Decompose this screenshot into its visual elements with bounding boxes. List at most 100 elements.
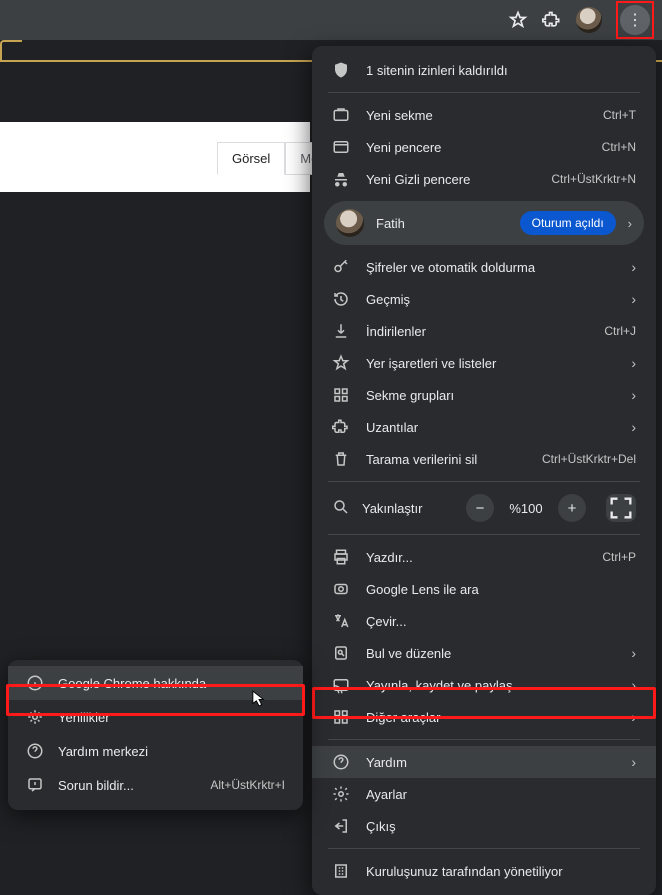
menu-new-window[interactable]: Yeni pencere Ctrl+N xyxy=(312,131,656,163)
zoom-out-button[interactable]: − xyxy=(466,494,494,522)
trash-icon xyxy=(332,450,350,468)
chevron-right-icon: › xyxy=(624,645,636,661)
divider xyxy=(328,739,640,740)
menu-item-label: Google Lens ile ara xyxy=(366,582,636,597)
shortcut-text: Ctrl+J xyxy=(604,324,636,338)
zoom-in-button[interactable]: + xyxy=(558,494,586,522)
menu-exit[interactable]: Çıkış xyxy=(312,810,656,842)
chevron-right-icon: › xyxy=(624,259,636,275)
key-icon xyxy=(332,258,350,276)
shortcut-text: Ctrl+N xyxy=(602,140,636,154)
chevron-right-icon: › xyxy=(624,754,636,770)
profile-row[interactable]: Fatih Oturum açıldı › xyxy=(324,201,644,245)
profile-name: Fatih xyxy=(376,216,508,231)
find-icon xyxy=(332,644,350,662)
menu-new-tab[interactable]: Yeni sekme Ctrl+T xyxy=(312,99,656,131)
menu-item-label: Yayınla, kaydet ve paylaş xyxy=(366,678,608,693)
shortcut-text: Ctrl+T xyxy=(603,108,636,122)
menu-item-label: Sekme grupları xyxy=(366,388,608,403)
menu-item-label: Uzantılar xyxy=(366,420,608,435)
zoom-row: Yakınlaştır − %100 + xyxy=(312,488,656,528)
tab-gorsel[interactable]: Görsel xyxy=(217,142,285,175)
building-icon xyxy=(332,862,350,880)
menu-help[interactable]: Yardım › xyxy=(312,746,656,778)
info-icon xyxy=(26,674,44,692)
browser-toolbar: ⋮ xyxy=(0,0,662,40)
menu-item-label: Geçmiş xyxy=(366,292,608,307)
puzzle-icon xyxy=(332,418,350,436)
tools-icon xyxy=(332,708,350,726)
menu-item-label: Yeni pencere xyxy=(366,140,586,155)
menu-item-label: Şifreler ve otomatik doldurma xyxy=(366,260,608,275)
shortcut-text: Ctrl+ÜstKrktr+N xyxy=(551,172,636,186)
permissions-notice[interactable]: 1 sitenin izinleri kaldırıldı xyxy=(312,54,656,86)
menu-passwords[interactable]: Şifreler ve otomatik doldurma › xyxy=(312,251,656,283)
menu-item-label: Kuruluşunuz tarafından yönetiliyor xyxy=(366,864,636,879)
chevron-right-icon: › xyxy=(624,709,636,725)
chevron-right-icon: › xyxy=(624,387,636,403)
chevron-right-icon: › xyxy=(624,291,636,307)
menu-lens[interactable]: Google Lens ile ara xyxy=(312,573,656,605)
exit-icon xyxy=(332,817,350,835)
sparkle-icon xyxy=(26,708,44,726)
menu-item-label: Yeni sekme xyxy=(366,108,587,123)
menu-new-incognito[interactable]: Yeni Gizli pencere Ctrl+ÜstKrktr+N xyxy=(312,163,656,195)
shield-icon xyxy=(332,61,350,79)
shortcut-text: Alt+ÜstKrktr+I xyxy=(210,778,285,792)
menu-print[interactable]: Yazdır... Ctrl+P xyxy=(312,541,656,573)
menu-item-label: Çıkış xyxy=(366,819,636,834)
cast-icon xyxy=(332,676,350,694)
mouse-cursor xyxy=(252,690,266,708)
menu-item-label: Çevir... xyxy=(366,614,636,629)
menu-item-label: Google Chrome hakkında xyxy=(58,676,285,691)
menu-translate[interactable]: Çevir... xyxy=(312,605,656,637)
zoom-value: %100 xyxy=(506,501,546,516)
menu-item-label: Yeni Gizli pencere xyxy=(366,172,535,187)
submenu-help-center[interactable]: Yardım merkezi xyxy=(8,734,303,768)
profile-avatar[interactable] xyxy=(576,7,602,33)
zoom-label: Yakınlaştır xyxy=(362,501,454,516)
incognito-icon xyxy=(332,170,350,188)
chrome-menu-button[interactable]: ⋮ xyxy=(620,5,650,35)
divider xyxy=(328,481,640,482)
tab-icon xyxy=(332,106,350,124)
gear-icon xyxy=(332,785,350,803)
help-submenu: Google Chrome hakkında Yenilikler Yardım… xyxy=(8,660,303,810)
feedback-icon xyxy=(26,776,44,794)
menu-item-label: Yenilikler xyxy=(58,710,285,725)
bookmark-star-icon xyxy=(332,354,350,372)
star-icon[interactable] xyxy=(508,10,528,30)
translate-icon xyxy=(332,612,350,630)
menu-find[interactable]: Bul ve düzenle › xyxy=(312,637,656,669)
menu-clear-data[interactable]: Tarama verilerini sil Ctrl+ÜstKrktr+Del xyxy=(312,443,656,475)
menu-item-label: Sorun bildir... xyxy=(58,778,196,793)
menu-item-label: Tarama verilerini sil xyxy=(366,452,526,467)
chevron-right-icon: › xyxy=(624,355,636,371)
menu-item-label: Yer işaretleri ve listeler xyxy=(366,356,608,371)
shortcut-text: Ctrl+ÜstKrktr+Del xyxy=(542,452,636,466)
divider xyxy=(328,848,640,849)
menu-bookmarks[interactable]: Yer işaretleri ve listeler › xyxy=(312,347,656,379)
menu-cast-save-share[interactable]: Yayınla, kaydet ve paylaş › xyxy=(312,669,656,701)
grid-icon xyxy=(332,386,350,404)
submenu-report-issue[interactable]: Sorun bildir... Alt+ÜstKrktr+I xyxy=(8,768,303,802)
print-icon xyxy=(332,548,350,566)
menu-more-tools[interactable]: Diğer araçlar › xyxy=(312,701,656,733)
menu-extensions[interactable]: Uzantılar › xyxy=(312,411,656,443)
menu-item-label: Yazdır... xyxy=(366,550,586,565)
menu-item-label: Bul ve düzenle xyxy=(366,646,608,661)
menu-tab-groups[interactable]: Sekme grupları › xyxy=(312,379,656,411)
divider xyxy=(328,534,640,535)
menu-history[interactable]: Geçmiş › xyxy=(312,283,656,315)
window-icon xyxy=(332,138,350,156)
profile-avatar-small xyxy=(336,209,364,237)
chrome-main-menu: 1 sitenin izinleri kaldırıldı Yeni sekme… xyxy=(312,46,656,895)
zoom-icon xyxy=(332,498,350,519)
help-icon xyxy=(26,742,44,760)
menu-downloads[interactable]: İndirilenler Ctrl+J xyxy=(312,315,656,347)
menu-managed[interactable]: Kuruluşunuz tarafından yönetiliyor xyxy=(312,855,656,887)
history-icon xyxy=(332,290,350,308)
fullscreen-button[interactable] xyxy=(606,494,636,522)
extensions-icon[interactable] xyxy=(542,10,562,30)
menu-settings[interactable]: Ayarlar xyxy=(312,778,656,810)
